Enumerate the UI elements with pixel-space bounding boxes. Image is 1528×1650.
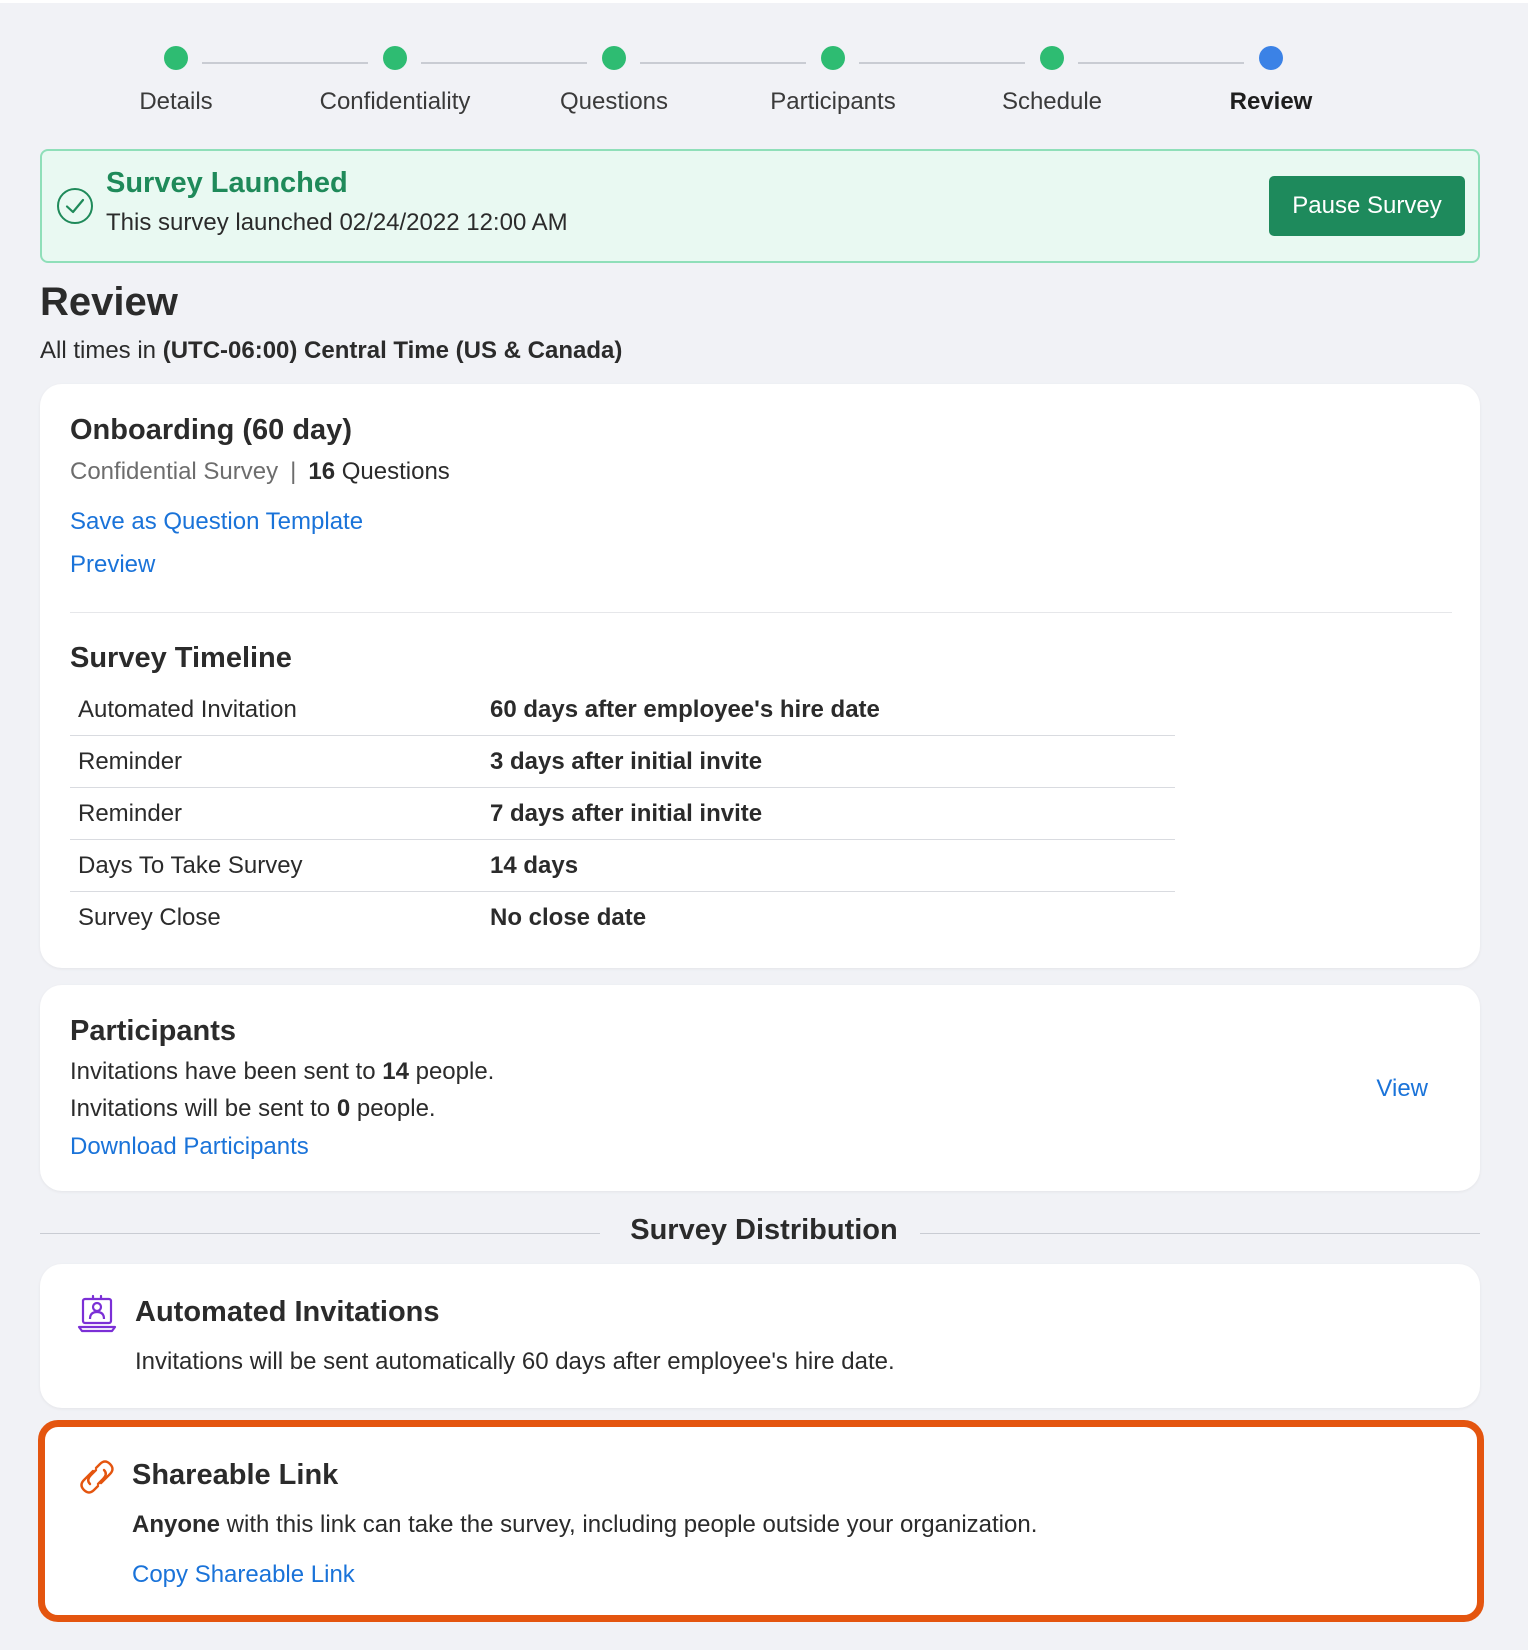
invitations-sent-text: Invitations have been sent to 14 people.	[70, 1058, 494, 1086]
survey-type: Confidential Survey	[70, 458, 279, 485]
step-label-confidentiality[interactable]: Confidentiality	[275, 88, 515, 116]
step-connector	[202, 62, 368, 64]
table-row: Days To Take Survey 14 days	[70, 840, 1175, 892]
step-label-questions[interactable]: Questions	[494, 88, 734, 116]
timeline-label: Days To Take Survey	[78, 852, 303, 879]
table-row: Survey Close No close date	[70, 892, 1175, 944]
step-label-participants[interactable]: Participants	[713, 88, 953, 116]
step-label-schedule[interactable]: Schedule	[932, 88, 1172, 116]
step-connector	[859, 62, 1025, 64]
timeline-value: 14 days	[490, 852, 579, 879]
step-connector	[1078, 62, 1244, 64]
step-dot-questions[interactable]	[602, 46, 626, 70]
progress-stepper: Details Confidentiality Questions Partic…	[0, 0, 1528, 130]
pending-suffix: people.	[356, 1095, 436, 1122]
pending-prefix: Invitations will be sent to	[70, 1095, 331, 1122]
survey-name: Onboarding (60 day)	[70, 414, 352, 446]
step-dot-confidentiality[interactable]	[383, 46, 407, 70]
table-row: Reminder 3 days after initial invite	[70, 736, 1175, 788]
distribution-title: Survey Distribution	[630, 1214, 898, 1246]
meta-separator: |	[290, 458, 297, 485]
step-label-details[interactable]: Details	[56, 88, 296, 116]
check-circle-icon	[57, 188, 93, 224]
automated-invitation-icon	[77, 1294, 117, 1333]
question-word: Questions	[341, 458, 450, 485]
survey-meta: Confidential Survey | 16 Questions	[70, 458, 450, 486]
pause-survey-button[interactable]: Pause Survey	[1269, 176, 1465, 236]
timeline-label: Survey Close	[78, 904, 221, 931]
step-label-review[interactable]: Review	[1151, 88, 1391, 116]
sent-prefix: Invitations have been sent to	[70, 1058, 376, 1085]
table-row: Automated Invitation 60 days after emplo…	[70, 684, 1175, 736]
timeline-table: Automated Invitation 60 days after emplo…	[70, 684, 1175, 944]
timezone-info: All times in (UTC-06:00) Central Time (U…	[40, 337, 622, 365]
page-title: Review	[40, 280, 178, 324]
save-as-template-link[interactable]: Save as Question Template	[70, 508, 363, 536]
automated-invitations-text: Invitations will be sent automatically 6…	[135, 1348, 895, 1375]
timeline-label: Automated Invitation	[78, 696, 297, 723]
copy-shareable-link[interactable]: Copy Shareable Link	[132, 1561, 355, 1589]
step-dot-review[interactable]	[1259, 46, 1283, 70]
participants-card: Participants Invitations have been sent …	[40, 985, 1480, 1191]
timezone-prefix: All times in	[40, 337, 157, 364]
timeline-value: 60 days after employee's hire date	[490, 696, 880, 723]
sent-count: 14	[382, 1058, 409, 1085]
view-participants-link[interactable]: View	[1376, 1075, 1428, 1103]
step-connector	[640, 62, 806, 64]
pending-count: 0	[336, 1095, 351, 1122]
automated-invitations-title: Automated Invitations	[135, 1296, 440, 1328]
shareable-text-rest: with this link can take the survey, incl…	[220, 1511, 1038, 1538]
timeline-value: 7 days after initial invite	[490, 800, 763, 827]
timeline-value: No close date	[490, 904, 647, 931]
banner-message: This survey launched 02/24/2022 12:00 AM	[106, 209, 568, 236]
survey-overview-card: Onboarding (60 day) Confidential Survey |…	[40, 384, 1480, 968]
link-icon	[80, 1460, 114, 1494]
step-dot-details[interactable]	[164, 46, 188, 70]
timeline-label: Reminder	[78, 800, 183, 827]
sent-suffix: people.	[415, 1058, 495, 1085]
step-dot-participants[interactable]	[821, 46, 845, 70]
question-count: 16	[308, 458, 336, 485]
shareable-link-card: Shareable Link Anyone with this link can…	[38, 1420, 1484, 1622]
step-dot-schedule[interactable]	[1040, 46, 1064, 70]
timezone-value: (UTC-06:00) Central Time (US & Canada)	[162, 337, 623, 364]
automated-invitations-card: Automated Invitations Invitations will b…	[40, 1264, 1480, 1408]
shareable-link-text: Anyone with this link can take the surve…	[132, 1511, 1037, 1539]
timeline-title: Survey Timeline	[70, 642, 292, 674]
divider	[70, 612, 1452, 613]
shareable-text-bold: Anyone	[132, 1511, 221, 1538]
table-row: Reminder 7 days after initial invite	[70, 788, 1175, 840]
step-connector	[421, 62, 587, 64]
survey-launched-banner: Survey Launched This survey launched 02/…	[40, 149, 1480, 263]
participants-title: Participants	[70, 1015, 236, 1047]
invitations-pending-text: Invitations will be sent to 0 people.	[70, 1095, 436, 1123]
timeline-value: 3 days after initial invite	[490, 748, 763, 775]
preview-link[interactable]: Preview	[70, 551, 155, 579]
banner-title: Survey Launched	[106, 167, 348, 199]
download-participants-link[interactable]: Download Participants	[70, 1133, 309, 1161]
shareable-link-title: Shareable Link	[132, 1459, 339, 1491]
timeline-label: Reminder	[78, 748, 183, 775]
